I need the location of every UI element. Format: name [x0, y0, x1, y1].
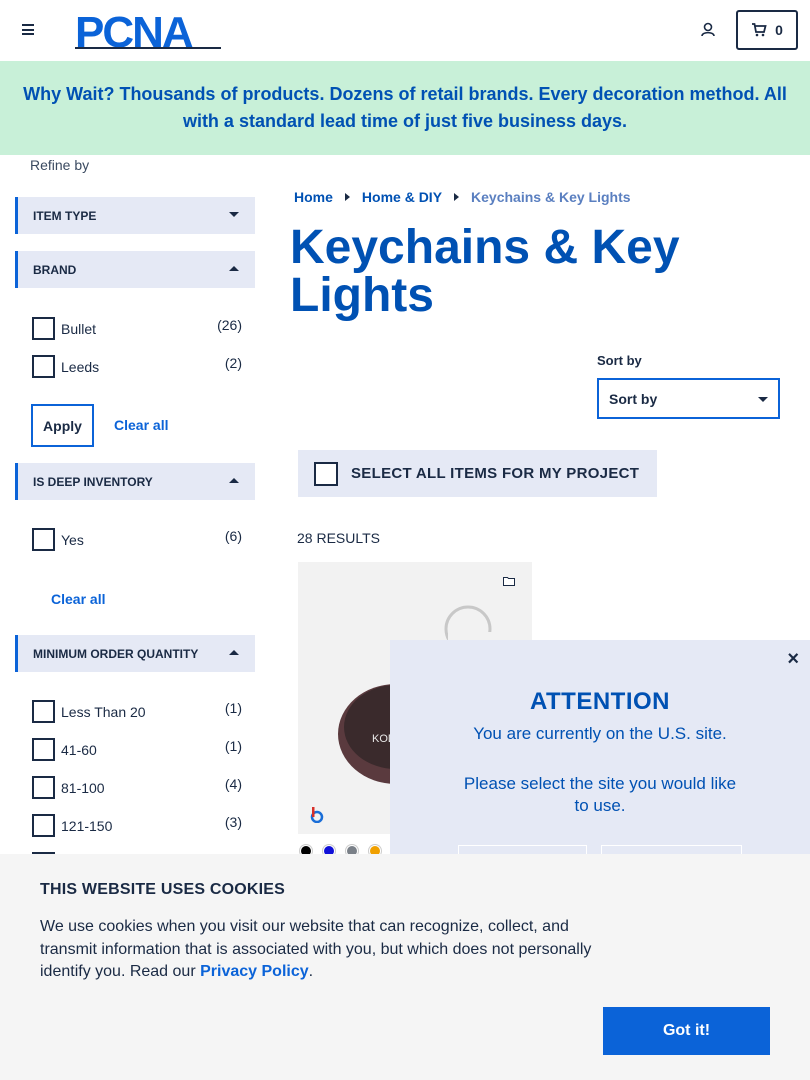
brand-option-bullet[interactable]: Bullet (26) — [32, 317, 242, 341]
privacy-policy-link[interactable]: Privacy Policy — [200, 963, 309, 980]
cookie-banner: THIS WEBSITE USES COOKIES We use cookies… — [0, 854, 810, 1080]
option-label: Bullet — [61, 321, 97, 337]
menu-icon[interactable] — [22, 24, 34, 35]
breadcrumb-current: Keychains & Key Lights — [471, 189, 631, 205]
chevron-down-icon — [758, 397, 768, 402]
breadcrumb: Home Home & DIY Keychains & Key Lights — [294, 189, 631, 205]
option-label: Leeds — [61, 359, 100, 375]
cookie-text: We use cookies when you visit our websit… — [40, 918, 592, 980]
cart-count: 0 — [775, 22, 783, 38]
cart-button[interactable]: 0 — [736, 10, 798, 50]
chevron-up-icon — [229, 478, 239, 483]
cookie-body: We use cookies when you visit our websit… — [40, 916, 610, 984]
breadcrumb-separator-icon — [344, 193, 350, 201]
checkbox[interactable] — [32, 700, 55, 723]
cookie-period: . — [308, 963, 314, 980]
refine-by-label: Refine by — [30, 157, 90, 173]
clear-all-inventory-link[interactable]: Clear all — [51, 591, 105, 607]
moq-option[interactable]: Less Than 20 (1) — [32, 700, 242, 724]
option-count: (4) — [224, 776, 242, 792]
facet-item-type[interactable]: ITEM TYPE — [15, 197, 255, 234]
option-label: 81-100 — [61, 780, 105, 796]
cart-icon — [752, 23, 767, 37]
chevron-down-icon — [229, 212, 239, 217]
option-label: 121-150 — [61, 818, 113, 834]
option-count: (26) — [217, 317, 242, 333]
option-count: (6) — [224, 528, 242, 544]
facet-title: IS DEEP INVENTORY — [33, 474, 153, 489]
chevron-up-icon — [229, 650, 239, 655]
checkbox[interactable] — [32, 738, 55, 761]
modal-instruction: Please select the site you would like to… — [463, 774, 737, 815]
checkbox[interactable] — [32, 814, 55, 837]
sort-select[interactable]: Sort by — [597, 378, 780, 419]
site-header: PCNA 0 — [0, 0, 810, 61]
results-count: 28 RESULTS — [297, 530, 380, 546]
facet-title: ITEM TYPE — [33, 208, 97, 223]
checkbox[interactable] — [32, 317, 55, 340]
breadcrumb-home[interactable]: Home — [294, 189, 333, 205]
option-label: Less Than 20 — [61, 704, 146, 720]
account-icon[interactable] — [698, 20, 718, 40]
sort-value: Sort by — [609, 390, 658, 407]
checkbox[interactable] — [32, 355, 55, 378]
select-all-checkbox[interactable] — [314, 462, 338, 486]
close-icon[interactable]: × — [787, 648, 799, 671]
modal-message: You are currently on the U.S. site. — [473, 724, 727, 743]
breadcrumb-home-diy[interactable]: Home & DIY — [362, 189, 442, 205]
option-count: (3) — [224, 814, 242, 830]
option-count: (1) — [224, 738, 242, 754]
select-all-items[interactable]: SELECT ALL ITEMS FOR MY PROJECT — [298, 450, 657, 497]
brand-option-leeds[interactable]: Leeds (2) — [32, 355, 242, 379]
facet-title: MINIMUM ORDER QUANTITY — [33, 646, 199, 661]
breadcrumb-separator-icon — [454, 193, 460, 201]
promo-banner: Why Wait? Thousands of products. Dozens … — [0, 61, 810, 155]
option-count: (1) — [224, 700, 242, 716]
facet-title: BRAND — [33, 262, 77, 277]
option-label: 41-60 — [61, 742, 97, 758]
moq-option[interactable]: 121-150 (3) — [32, 814, 242, 838]
chevron-up-icon — [229, 266, 239, 271]
site-select-modal: × ATTENTION You are currently on the U.S… — [390, 640, 810, 880]
cookie-title: THIS WEBSITE USES COOKIES — [40, 881, 286, 898]
promo-text: Why Wait? Thousands of products. Dozens … — [23, 84, 787, 131]
facet-minimum-order-quantity[interactable]: MINIMUM ORDER QUANTITY — [15, 635, 255, 672]
apply-button[interactable]: Apply — [31, 404, 94, 447]
checkbox[interactable] — [32, 776, 55, 799]
facet-is-deep-inventory[interactable]: IS DEEP INVENTORY — [15, 463, 255, 500]
got-it-button[interactable]: Got it! — [603, 1007, 770, 1055]
select-all-label: SELECT ALL ITEMS FOR MY PROJECT — [351, 465, 640, 482]
moq-option[interactable]: 41-60 (1) — [32, 738, 242, 762]
moq-option[interactable]: 81-100 (4) — [32, 776, 242, 800]
brand-badge-icon — [310, 807, 324, 823]
svg-text:PCNA: PCNA — [75, 10, 193, 50]
page-title: Keychains & Key Lights — [290, 221, 680, 322]
deep-inventory-option-yes[interactable]: Yes (6) — [32, 528, 242, 552]
facet-brand[interactable]: BRAND — [15, 251, 255, 288]
clear-all-brand-link[interactable]: Clear all — [114, 417, 168, 433]
pcna-logo[interactable]: PCNA — [75, 10, 223, 50]
checkbox[interactable] — [32, 528, 55, 551]
modal-title: ATTENTION — [529, 688, 671, 715]
option-label: Yes — [61, 532, 84, 548]
sort-label: Sort by — [597, 353, 642, 368]
option-count: (2) — [224, 355, 242, 371]
